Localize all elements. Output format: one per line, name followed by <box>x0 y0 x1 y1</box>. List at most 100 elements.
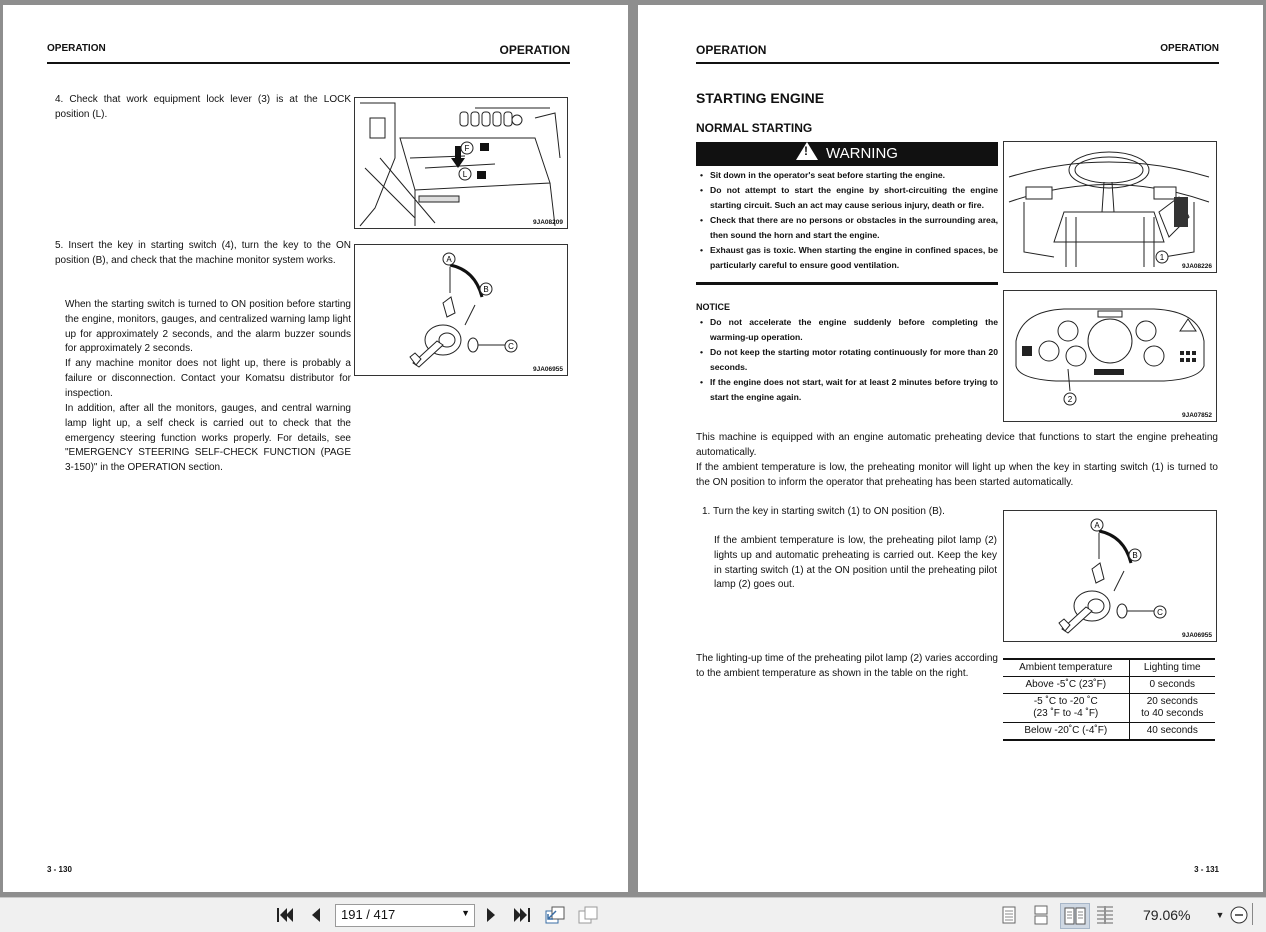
intro-paragraph-1: This machine is equipped with an engine … <box>696 432 1218 458</box>
figure-machine-monitor: 2 9JA07852 <box>1003 290 1217 422</box>
label-A: A <box>1094 521 1100 530</box>
page-header-right: OPERATION <box>499 43 570 57</box>
page-header-left: OPERATION <box>47 43 106 54</box>
table-row: Below -20˚C (-4˚F) 40 seconds <box>1003 722 1215 741</box>
page-number-field[interactable]: 191 / 417 ▼ <box>335 904 475 927</box>
last-page-button[interactable] <box>511 903 533 927</box>
table-header-row: Ambient temperature Lighting time <box>1003 658 1215 677</box>
page-header-right: OPERATION <box>1160 43 1219 54</box>
starting-switch-illustration: A B C <box>409 252 518 368</box>
table-header: Ambient temperature <box>1003 658 1130 677</box>
single-page-view-button[interactable] <box>998 903 1020 927</box>
step-1-detail: If the ambient temperature is low, the p… <box>714 535 997 591</box>
cab-dashboard-illustration: 1 <box>1008 151 1210 267</box>
lock-lever-illustration: F L <box>359 102 561 227</box>
zoom-slider-track[interactable] <box>1252 903 1265 925</box>
zoom-out-icon <box>1230 906 1248 924</box>
warning-label: WARNING <box>826 145 898 162</box>
document-page-left: OPERATION OPERATION 4. Check that work e… <box>3 5 628 892</box>
table-cell: -5 ˚C to -20 ˚C (23 ˚F to -4 ˚F) <box>1003 693 1130 723</box>
notice-label: NOTICE <box>696 302 731 312</box>
previous-page-icon <box>312 908 320 922</box>
last-page-icon <box>514 908 530 922</box>
warning-separator <box>696 282 998 285</box>
label-F: F <box>465 144 470 153</box>
header-rule <box>696 62 1219 64</box>
notice-item: Do not accelerate the engine suddenly be… <box>698 315 998 345</box>
extract-pages-button[interactable] <box>543 903 567 927</box>
viewer-toolbar: 191 / 417 ▼ 79.06% ▼ <box>0 897 1266 932</box>
notice-item: Do not keep the starting motor rotating … <box>698 345 998 375</box>
warning-item: Exhaust gas is toxic. When starting the … <box>698 243 998 273</box>
lighting-time-table: Ambient temperature Lighting time Above … <box>1003 658 1215 741</box>
warning-banner: WARNING <box>696 142 998 166</box>
figure-lock-lever: F L 9JA08209 <box>354 97 568 229</box>
label-B: B <box>1132 551 1137 560</box>
page-header-left: OPERATION <box>696 43 767 57</box>
first-page-icon <box>277 908 293 922</box>
zoom-dropdown-chevron-icon[interactable]: ▼ <box>1214 903 1226 927</box>
figure-caption: 9JA06955 <box>1182 632 1212 639</box>
two-page-continuous-button[interactable] <box>1094 903 1116 927</box>
two-page-continuous-icon <box>1097 906 1113 924</box>
previous-page-button[interactable] <box>306 903 324 927</box>
starting-switch-illustration: A B C <box>1058 518 1167 634</box>
two-page-icon <box>1064 907 1086 925</box>
warning-item: Sit down in the operator's seat before s… <box>698 168 998 183</box>
first-page-button[interactable] <box>274 903 296 927</box>
intro-paragraph-2: If the ambient temperature is low, the p… <box>696 462 1218 488</box>
lighting-time-text: The lighting-up time of the preheating p… <box>696 653 998 679</box>
table-cell: 40 seconds <box>1129 722 1215 741</box>
label-B: B <box>483 285 488 294</box>
section-title: STARTING ENGINE <box>696 90 825 106</box>
machine-monitor-illustration: 2 <box>1015 308 1205 406</box>
warning-list: Sit down in the operator's seat before s… <box>698 168 998 273</box>
table-cell: 20 seconds to 40 seconds <box>1129 693 1215 723</box>
extract-pages-icon <box>545 906 565 924</box>
step-5-text: 5. Insert the key in starting switch (4)… <box>55 240 351 266</box>
notice-item: If the engine does not start, wait for a… <box>698 375 998 405</box>
figure-caption: 9JA08209 <box>533 219 563 226</box>
document-page-right: OPERATION OPERATION STARTING ENGINE NORM… <box>638 5 1263 892</box>
step-5-detail-2: If any machine monitor does not light up… <box>65 358 351 399</box>
label-2: 2 <box>1068 395 1073 404</box>
page-number-right: 3 - 131 <box>1194 865 1219 874</box>
header-rule <box>47 62 570 64</box>
figure-caption: 9JA08226 <box>1182 263 1212 270</box>
label-L: L <box>463 170 468 179</box>
table-cell: 0 seconds <box>1129 676 1215 694</box>
step-5-detail-3: In addition, after all the monitors, gau… <box>65 403 351 474</box>
table-header: Lighting time <box>1129 658 1215 677</box>
warning-triangle-icon <box>796 142 819 160</box>
two-page-view-button[interactable] <box>1060 903 1090 929</box>
insert-pages-button[interactable] <box>576 903 600 927</box>
continuous-page-icon <box>1034 905 1048 925</box>
zoom-out-button[interactable] <box>1228 903 1250 927</box>
table-row: Above -5˚C (23˚F) 0 seconds <box>1003 676 1215 694</box>
figure-cab-dashboard: 1 9JA08226 <box>1003 141 1217 273</box>
continuous-view-button[interactable] <box>1030 903 1052 927</box>
warning-item: Check that there are no persons or obsta… <box>698 213 998 243</box>
notice-list: Do not accelerate the engine suddenly be… <box>698 315 998 405</box>
step-1-text: 1. Turn the key in starting switch (1) t… <box>702 506 945 517</box>
table-cell: Above -5˚C (23˚F) <box>1003 676 1130 694</box>
step-5-detail-1: When the starting switch is turned to ON… <box>65 299 351 355</box>
figure-starting-switch-2: A B C 9JA06955 <box>1003 510 1217 642</box>
single-page-icon <box>1002 906 1016 924</box>
chevron-down-icon[interactable]: ▼ <box>461 908 470 918</box>
table-cell: Below -20˚C (-4˚F) <box>1003 722 1130 741</box>
label-C: C <box>1157 608 1163 617</box>
next-page-icon <box>487 908 495 922</box>
insert-pages-icon <box>578 906 598 924</box>
label-A: A <box>446 255 452 264</box>
label-1: 1 <box>1160 253 1165 262</box>
zoom-level[interactable]: 79.06% <box>1143 907 1190 923</box>
step-4-text: 4. Check that work equipment lock lever … <box>55 94 351 120</box>
page-number-left: 3 - 130 <box>47 865 72 874</box>
figure-caption: 9JA07852 <box>1182 412 1212 419</box>
page-number-value: 191 / 417 <box>341 907 396 922</box>
label-C: C <box>508 342 514 351</box>
next-page-button[interactable] <box>483 903 501 927</box>
warning-item: Do not attempt to start the engine by sh… <box>698 183 998 213</box>
figure-caption: 9JA06955 <box>533 366 563 373</box>
